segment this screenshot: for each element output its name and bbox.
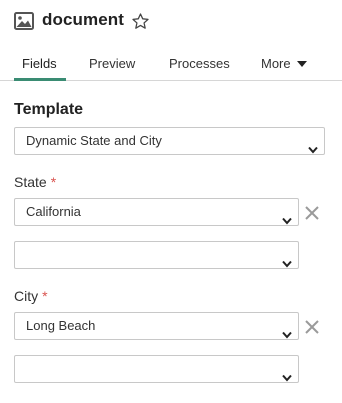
caret-down-icon: [296, 61, 307, 67]
chevron-down-icon: [282, 251, 292, 268]
star-outline-icon[interactable]: [131, 12, 150, 31]
city-secondary-select[interactable]: [14, 355, 299, 383]
tab-more[interactable]: More: [261, 56, 307, 71]
chevron-down-icon: [282, 365, 292, 382]
template-select[interactable]: Dynamic State and City: [14, 127, 325, 155]
required-marker: *: [42, 288, 48, 304]
template-select-value: Dynamic State and City: [26, 133, 162, 148]
city-select-value: Long Beach: [26, 318, 96, 333]
tab-preview[interactable]: Preview: [89, 56, 135, 71]
chevron-down-icon: [308, 137, 318, 154]
city-label: City *: [14, 288, 48, 304]
panel-header: document: [0, 0, 342, 44]
state-select-value: California: [26, 204, 81, 219]
state-secondary-select[interactable]: [14, 241, 299, 269]
document-panel: document Fields Preview Processes More T…: [0, 0, 342, 403]
state-label-text: State: [14, 174, 47, 190]
city-label-text: City: [14, 288, 39, 304]
tab-bar: Fields Preview Processes More: [0, 44, 342, 81]
chevron-down-icon: [282, 208, 292, 225]
tab-fields[interactable]: Fields: [22, 56, 57, 71]
tab-processes[interactable]: Processes: [169, 56, 230, 71]
active-tab-indicator: [14, 78, 66, 81]
state-label: State *: [14, 174, 56, 190]
template-label: Template: [14, 101, 84, 118]
chevron-down-icon: [282, 322, 292, 339]
document-title: document: [42, 10, 125, 29]
state-select[interactable]: California: [14, 198, 299, 226]
city-select[interactable]: Long Beach: [14, 312, 299, 340]
clear-city-icon[interactable]: [304, 319, 320, 335]
clear-state-icon[interactable]: [304, 205, 320, 221]
required-marker: *: [50, 174, 57, 190]
image-icon: [14, 12, 34, 30]
tab-more-label: More: [261, 56, 291, 71]
